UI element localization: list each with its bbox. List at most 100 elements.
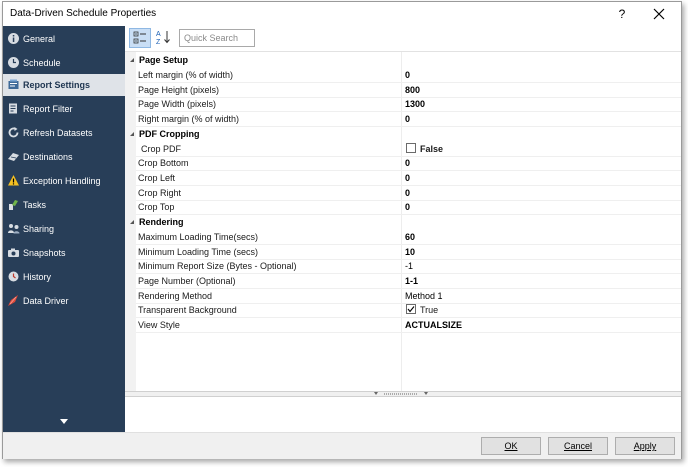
property-name: Page Height (pixels)	[138, 85, 220, 95]
quick-search-input[interactable]	[179, 29, 255, 47]
sidebar-item-label: Snapshots	[23, 248, 66, 258]
property-value[interactable]: 0	[405, 202, 410, 212]
properties-dialog: Data-Driven Schedule Properties ? Genera…	[2, 1, 682, 459]
sort-az-icon: A Z	[156, 31, 170, 46]
sidebar-item-label: Sharing	[23, 224, 55, 234]
refresh-icon	[8, 127, 19, 138]
sidebar-item-label: Data Driver	[23, 296, 69, 306]
report-settings-icon	[8, 79, 19, 89]
sidebar-item-label: Refresh Datasets	[23, 128, 93, 138]
property-row[interactable]: Minimum Loading Time (secs) 10	[125, 245, 681, 260]
sidebar-item-refresh-datasets[interactable]: Refresh Datasets	[3, 122, 125, 144]
property-value[interactable]: Method 1	[405, 291, 443, 301]
property-value[interactable]: -1	[405, 261, 413, 271]
sidebar-item-history[interactable]: History	[3, 266, 125, 288]
sidebar-item-tasks[interactable]: Tasks	[3, 194, 125, 216]
property-row[interactable]: Rendering Method Method 1	[125, 289, 681, 304]
property-name: Transparent Background	[138, 305, 237, 315]
sidebar-item-report-settings[interactable]: Report Settings	[3, 74, 125, 96]
property-value[interactable]: 10	[405, 247, 415, 257]
collapse-icon[interactable]	[129, 57, 135, 63]
collapse-icon[interactable]	[129, 131, 135, 137]
property-row[interactable]: Crop Right 0	[125, 186, 681, 201]
property-name: View Style	[138, 320, 180, 330]
sidebar-item-label: Exception Handling	[23, 176, 101, 186]
sidebar-item-destinations[interactable]: Destinations	[3, 146, 125, 168]
help-button[interactable]: ?	[613, 5, 631, 23]
property-value[interactable]: 0	[405, 158, 410, 168]
alphabetical-sort-button[interactable]: A Z	[153, 28, 175, 48]
clock-icon	[8, 57, 19, 68]
report-filter-icon	[9, 103, 17, 114]
scroll-down-icon[interactable]	[59, 418, 69, 426]
property-name: Crop Left	[138, 173, 176, 183]
categorized-view-button[interactable]	[129, 28, 151, 48]
property-value[interactable]: 0	[405, 114, 410, 124]
property-name: Minimum Report Size (Bytes - Optional)	[138, 261, 297, 271]
sidebar-item-data-driver[interactable]: Data Driver	[3, 290, 125, 312]
property-name: Crop Right	[138, 188, 182, 198]
sidebar: General Schedule Report Settings Report …	[3, 26, 125, 432]
sidebar-item-label: Tasks	[23, 200, 47, 210]
property-name: Crop Top	[138, 202, 175, 212]
property-value[interactable]: 1-1	[405, 276, 418, 286]
close-button[interactable]	[648, 5, 670, 23]
checkmark-icon	[407, 306, 415, 313]
property-name: Right margin (% of width)	[138, 114, 240, 124]
property-row[interactable]: Page Width (pixels) 1300	[125, 97, 681, 112]
category-pdf-cropping[interactable]: PDF Cropping	[125, 127, 681, 142]
ok-button[interactable]: OK	[481, 437, 541, 455]
property-row[interactable]: Crop Left 0	[125, 171, 681, 186]
sidebar-item-schedule[interactable]: Schedule	[3, 52, 125, 74]
camera-icon	[8, 248, 19, 257]
sidebar-item-label: General	[23, 34, 56, 44]
property-row[interactable]: Left margin (% of width) 0	[125, 68, 681, 83]
sidebar-item-label: Report Filter	[23, 104, 73, 114]
property-row[interactable]: View Style ACTUALSIZE	[125, 318, 681, 333]
property-name: Left margin (% of width)	[138, 70, 234, 80]
sidebar-item-report-filter[interactable]: Report Filter	[3, 98, 125, 120]
property-value[interactable]: 0	[405, 188, 410, 198]
data-driver-icon	[8, 295, 18, 306]
property-name: Minimum Loading Time (secs)	[138, 247, 259, 257]
sharing-icon	[8, 224, 20, 234]
property-value[interactable]: 0	[405, 173, 410, 183]
property-row[interactable]: Page Number (Optional) 1-1	[125, 274, 681, 289]
property-value: True	[420, 305, 439, 315]
property-row[interactable]: Crop PDF False	[125, 142, 681, 157]
collapse-icon[interactable]	[129, 219, 135, 225]
property-value[interactable]: 0	[405, 70, 410, 80]
svg-text:Z: Z	[156, 39, 161, 46]
property-row[interactable]: Crop Top 0	[125, 200, 681, 215]
property-row[interactable]: Crop Bottom 0	[125, 156, 681, 171]
crop-pdf-checkbox[interactable]	[406, 143, 416, 153]
property-row[interactable]: Maximum Loading Time(secs) 60	[125, 230, 681, 245]
tasks-icon	[9, 200, 18, 210]
category-page-setup[interactable]: Page Setup	[125, 53, 681, 68]
property-value[interactable]: ACTUALSIZE	[405, 320, 462, 330]
info-icon	[8, 33, 19, 44]
sidebar-item-snapshots[interactable]: Snapshots	[3, 242, 125, 264]
sidebar-item-general[interactable]: General	[3, 28, 125, 50]
toolbar: A Z	[125, 26, 681, 50]
property-row[interactable]: Page Height (pixels) 800	[125, 83, 681, 98]
property-row[interactable]: Transparent Background True	[125, 303, 681, 318]
property-value[interactable]: 60	[405, 232, 415, 242]
category-rendering[interactable]: Rendering	[125, 215, 681, 230]
sidebar-item-sharing[interactable]: Sharing	[3, 218, 125, 240]
window-title: Data-Driven Schedule Properties	[10, 8, 157, 19]
history-icon	[8, 271, 19, 282]
transparent-background-checkbox[interactable]	[406, 304, 416, 314]
property-name: Maximum Loading Time(secs)	[138, 232, 259, 242]
property-row[interactable]: Minimum Report Size (Bytes - Optional) -…	[125, 259, 681, 274]
apply-button[interactable]: Apply	[615, 437, 675, 455]
property-name: Crop PDF	[141, 144, 182, 154]
property-row[interactable]: Right margin (% of width) 0	[125, 112, 681, 127]
description-pane	[125, 397, 681, 432]
cancel-button[interactable]: Cancel	[548, 437, 608, 455]
category-label: Page Setup	[139, 55, 189, 65]
property-value[interactable]: 800	[405, 85, 420, 95]
category-label: PDF Cropping	[139, 129, 200, 139]
property-value[interactable]: 1300	[405, 99, 425, 109]
sidebar-item-exception-handling[interactable]: Exception Handling	[3, 170, 125, 192]
